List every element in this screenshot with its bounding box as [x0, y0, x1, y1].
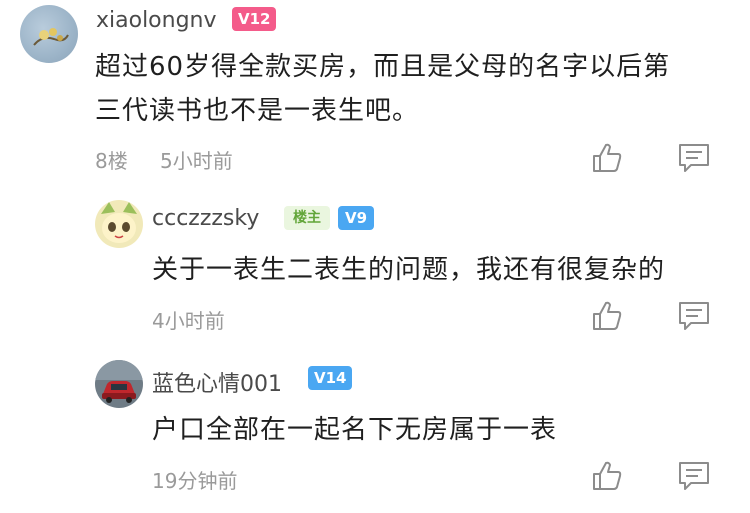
username[interactable]: xiaolongnv: [96, 8, 217, 33]
username[interactable]: ccczzzsky: [152, 206, 259, 231]
thumbs-up-icon[interactable]: [590, 141, 624, 175]
comment-text: 超过60岁得全款买房，而且是父母的名字以后第 三代读书也不是一表生吧。: [95, 45, 745, 133]
username[interactable]: 蓝色心情001: [152, 366, 282, 398]
comment-text: 户口全部在一起名下无房属于一表: [152, 415, 558, 445]
comment-icon[interactable]: [677, 459, 711, 493]
timestamp: 4小时前: [152, 309, 225, 333]
comment-text: 关于一表生二表生的问题，我还有很复杂的: [152, 255, 666, 285]
thumbs-up-icon[interactable]: [590, 459, 624, 493]
comment-icon[interactable]: [677, 299, 711, 333]
comment-text-line: 三代读书也不是一表生吧。: [95, 96, 420, 126]
avatar[interactable]: [20, 5, 78, 63]
avatar[interactable]: [95, 360, 143, 408]
timestamp: 5小时前: [160, 149, 233, 173]
level-badge: V12: [232, 7, 276, 31]
thumbs-up-icon[interactable]: [590, 299, 624, 333]
reply-item: ccczzzsky 楼主 V9 关于一表生二表生的问题，我还有很复杂的 4小时前: [0, 190, 750, 350]
floor-number: 8楼: [95, 149, 128, 173]
comment-text-line: 超过60岁得全款买房，而且是父母的名字以后第: [95, 52, 671, 82]
avatar[interactable]: [95, 200, 143, 248]
host-badge: 楼主: [284, 206, 330, 230]
timestamp: 19分钟前: [152, 469, 238, 493]
level-badge: V9: [338, 206, 374, 230]
comment-item: xiaolongnv V12 超过60岁得全款买房，而且是父母的名字以后第 三代…: [0, 0, 750, 185]
comment-icon[interactable]: [677, 141, 711, 175]
reply-item: 蓝色心情001 V14 户口全部在一起名下无房属于一表 19分钟前: [0, 350, 750, 513]
level-badge: V14: [308, 366, 352, 390]
